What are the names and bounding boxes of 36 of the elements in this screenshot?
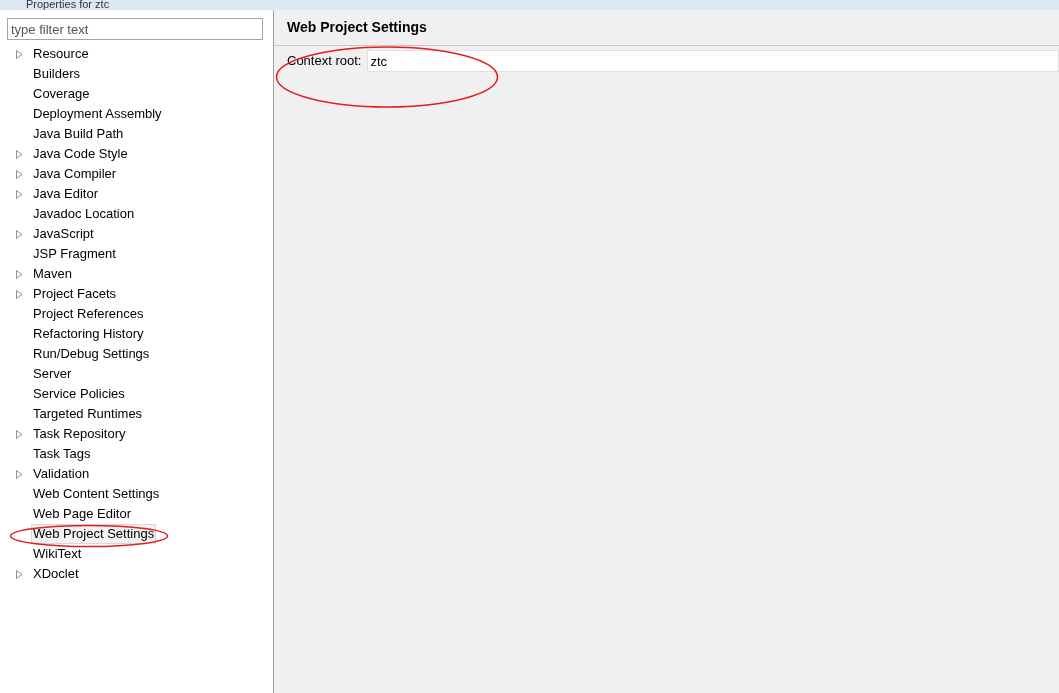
tree-item[interactable]: Project References xyxy=(31,304,146,324)
tree-item[interactable]: Javadoc Location xyxy=(31,204,137,224)
tree-item[interactable]: Server xyxy=(31,364,74,384)
page-title: Web Project Settings xyxy=(287,18,427,37)
tree-item[interactable]: Service Policies xyxy=(31,384,127,404)
expand-arrow-icon[interactable] xyxy=(16,569,23,579)
tree-item[interactable]: Targeted Runtimes xyxy=(31,404,145,424)
tree-item[interactable]: Coverage xyxy=(31,84,92,104)
tree-item[interactable]: Java Build Path xyxy=(31,124,126,144)
tree-item[interactable]: WikiText xyxy=(31,544,84,564)
tree-item[interactable]: Task Tags xyxy=(31,444,93,464)
tree-item[interactable]: XDoclet xyxy=(31,564,81,584)
tree-item[interactable]: Validation xyxy=(31,464,92,484)
tree-item[interactable]: Web Project Settings xyxy=(31,524,157,544)
expand-arrow-icon[interactable] xyxy=(16,49,23,59)
window-title: Properties for ztc xyxy=(26,0,110,10)
expand-arrow-icon[interactable] xyxy=(16,469,23,479)
tree-item[interactable]: Maven xyxy=(31,264,75,284)
tree-item[interactable]: JSP Fragment xyxy=(31,244,118,264)
tree-item[interactable]: Run/Debug Settings xyxy=(31,344,152,364)
tree-item[interactable]: Task Repository xyxy=(31,424,128,444)
tree-item[interactable]: Builders xyxy=(31,64,82,84)
tree-item[interactable]: Deployment Assembly xyxy=(31,104,164,124)
tree-item[interactable]: Resource xyxy=(31,44,91,64)
tree-item[interactable]: Web Page Editor xyxy=(31,504,134,524)
filter-field[interactable]: type filter text xyxy=(7,18,263,40)
tree-item[interactable]: Java Code Style xyxy=(31,144,130,164)
tree-item[interactable]: Java Editor xyxy=(31,184,101,204)
tree-item[interactable]: Java Compiler xyxy=(31,164,119,184)
expand-arrow-icon[interactable] xyxy=(16,229,23,239)
expand-arrow-icon[interactable] xyxy=(16,429,23,439)
tree-item[interactable]: Web Content Settings xyxy=(31,484,162,504)
context-root-field[interactable]: ztc xyxy=(367,50,1059,72)
tree-item[interactable]: Project Facets xyxy=(31,284,119,304)
tree-item[interactable]: Refactoring History xyxy=(31,324,146,344)
tree-item[interactable]: JavaScript xyxy=(31,224,96,244)
